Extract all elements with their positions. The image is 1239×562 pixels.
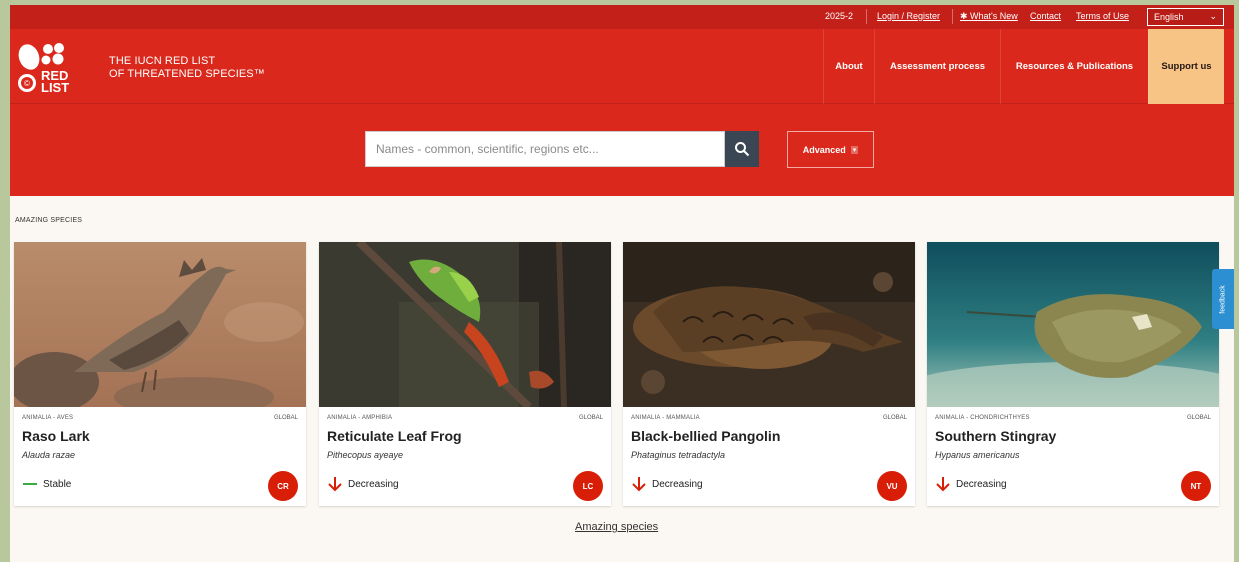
decreasing-arrow-icon <box>632 477 646 492</box>
population-trend: Stable <box>22 476 71 492</box>
iucn-red-list-logo[interactable]: © RED LIST <box>15 39 75 97</box>
feedback-label: feedback <box>1219 284 1227 314</box>
nav-about[interactable]: About <box>823 29 874 104</box>
brand-title[interactable]: THE IUCN RED LIST OF THREATENED SPECIES™ <box>109 55 265 81</box>
version-label: 2025-2 <box>825 11 854 21</box>
search-icon <box>735 142 750 157</box>
site-header: © RED LIST THE IUCN RED LIST OF THREATEN… <box>10 29 1234 104</box>
section-heading: AMAZING SPECIES <box>15 217 83 224</box>
card-common-name[interactable]: Southern Stingray <box>935 428 1056 444</box>
search-input[interactable]: Names - common, scientific, regions etc.… <box>365 131 725 167</box>
lark-photo <box>14 242 306 407</box>
frog-photo <box>319 242 611 407</box>
species-card-southern-stingray[interactable]: ANIMALIA - CHONDRICHTHYES GLOBAL Souther… <box>927 242 1219 506</box>
card-scientific-name: Phataginus tetradactyla <box>631 450 726 460</box>
population-trend: Decreasing <box>631 476 703 492</box>
search-band: Names - common, scientific, regions etc.… <box>10 104 1234 196</box>
status-badge-vu[interactable]: VU <box>877 471 907 501</box>
stingray-photo <box>927 242 1219 407</box>
advanced-search-button[interactable]: Advanced ▾ <box>787 131 874 168</box>
card-scientific-name: Alauda razae <box>22 450 76 460</box>
card-common-name[interactable]: Reticulate Leaf Frog <box>327 428 462 444</box>
divider <box>866 9 867 24</box>
card-scientific-name: Hypanus americanus <box>935 450 1020 460</box>
search-button[interactable] <box>725 131 759 167</box>
whats-new-link[interactable]: ✱ What's New <box>960 11 1018 22</box>
feedback-tab[interactable]: feedback <box>1212 269 1234 329</box>
trend-label: Decreasing <box>956 478 1007 490</box>
status-badge-lc[interactable]: LC <box>573 471 603 501</box>
species-card-black-bellied-pangolin[interactable]: ANIMALIA - MAMMALIA GLOBAL Black-bellied… <box>623 242 915 506</box>
contact-link[interactable]: Contact <box>1030 11 1061 21</box>
card-scope: GLOBAL <box>273 415 298 421</box>
card-taxonomy: ANIMALIA - CHONDRICHTHYES <box>935 415 1030 421</box>
card-scope: GLOBAL <box>578 415 603 421</box>
amazing-species-link[interactable]: Amazing species <box>575 521 658 533</box>
population-trend: Decreasing <box>327 476 399 492</box>
status-code: NT <box>1190 481 1202 491</box>
nav-assessment-process[interactable]: Assessment process <box>874 29 1000 104</box>
species-photo-lark[interactable] <box>14 242 306 407</box>
brand-line-2: OF THREATENED SPECIES™ <box>109 68 265 80</box>
terms-of-use-link[interactable]: Terms of Use <box>1076 11 1129 21</box>
card-scientific-name: Pithecopus ayeaye <box>327 450 404 460</box>
utility-bar: 2025-2 Login / Register ✱ What's New Con… <box>10 5 1234 29</box>
card-scope: GLOBAL <box>882 415 907 421</box>
decreasing-arrow-icon <box>936 477 950 492</box>
language-value: English <box>1154 12 1184 22</box>
card-taxonomy: ANIMALIA - AVES <box>22 415 74 421</box>
stable-trend-icon <box>23 483 37 485</box>
species-photo-stingray[interactable] <box>927 242 1219 407</box>
login-register-link[interactable]: Login / Register <box>877 11 940 21</box>
nav-resources-publications[interactable]: Resources & Publications <box>1000 29 1148 104</box>
status-code: VU <box>886 481 898 491</box>
species-card-raso-lark[interactable]: ANIMALIA - AVES GLOBAL Raso Lark Alauda … <box>14 242 306 506</box>
card-common-name[interactable]: Black-bellied Pangolin <box>631 428 780 444</box>
divider <box>952 9 953 24</box>
species-photo-frog[interactable] <box>319 242 611 407</box>
trend-label: Decreasing <box>348 478 399 490</box>
card-taxonomy: ANIMALIA - MAMMALIA <box>631 415 700 421</box>
chevron-down-icon: ▾ <box>850 145 859 154</box>
star-icon: ✱ <box>960 11 971 21</box>
advanced-label: Advanced <box>802 144 846 155</box>
population-trend: Decreasing <box>935 476 1007 492</box>
status-code: CR <box>277 481 289 491</box>
trend-label: Stable <box>43 478 72 490</box>
nav-support-us[interactable]: Support us <box>1148 29 1224 104</box>
decreasing-arrow-icon <box>328 477 342 492</box>
svg-text:©: © <box>24 79 30 88</box>
species-card-reticulate-leaf-frog[interactable]: ANIMALIA - AMPHIBIA GLOBAL Reticulate Le… <box>319 242 611 506</box>
browser-page: 2025-2 Login / Register ✱ What's New Con… <box>10 5 1234 562</box>
status-code: LC <box>582 481 594 491</box>
species-photo-pangolin[interactable] <box>623 242 915 407</box>
card-scope: GLOBAL <box>1186 415 1211 421</box>
card-taxonomy: ANIMALIA - AMPHIBIA <box>327 415 393 421</box>
search-placeholder: Names - common, scientific, regions etc.… <box>376 142 599 156</box>
trend-label: Decreasing <box>652 478 703 490</box>
language-select[interactable]: English ⌄ <box>1147 8 1224 26</box>
status-badge-cr[interactable]: CR <box>268 471 298 501</box>
logo-list-text: LIST <box>41 80 70 95</box>
whats-new-label: What's New <box>970 11 1018 21</box>
brand-line-1: THE IUCN RED LIST <box>109 55 216 67</box>
card-common-name[interactable]: Raso Lark <box>22 428 90 444</box>
chevron-down-icon: ⌄ <box>1209 11 1217 21</box>
status-badge-nt[interactable]: NT <box>1181 471 1211 501</box>
pangolin-photo <box>623 242 915 407</box>
